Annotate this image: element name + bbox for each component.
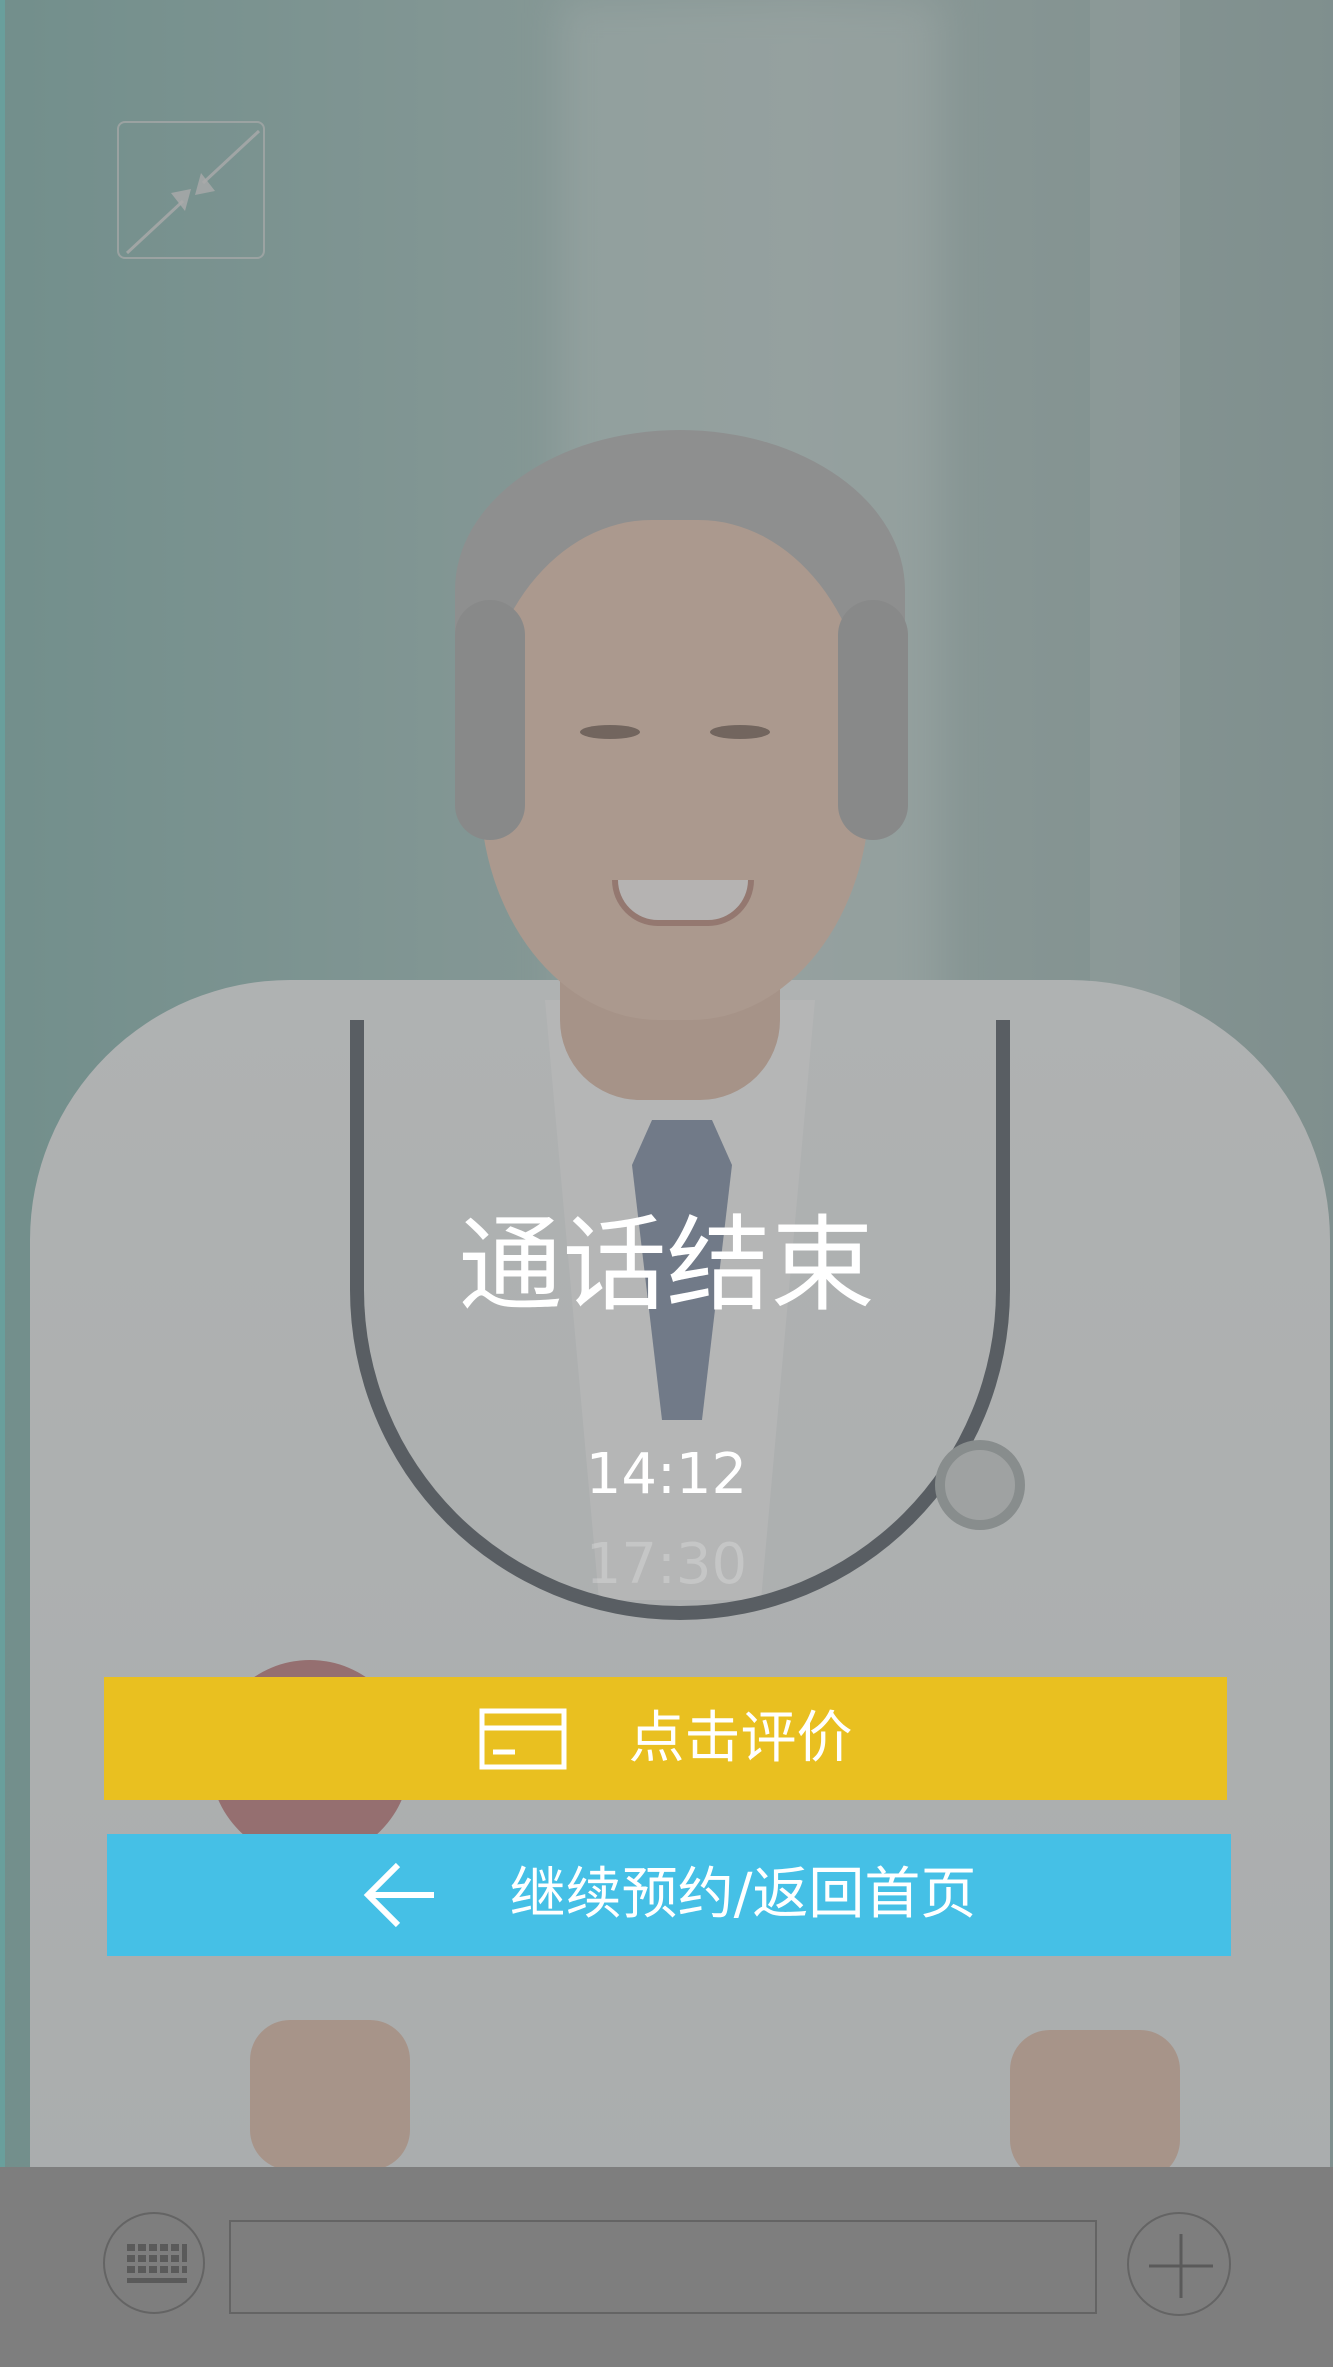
more-options-button[interactable] [1127, 2212, 1231, 2316]
shrink-arrows-icon [125, 129, 261, 255]
call-time-faint: 17:30 [585, 1532, 748, 1597]
call-ended-title: 通话结束 [458, 1204, 875, 1326]
continue-booking-home-button[interactable]: 继续预约/返回首页 [107, 1834, 1231, 1956]
card-icon [479, 1708, 566, 1769]
minimize-video-button[interactable] [117, 121, 265, 259]
continue-booking-home-label: 继续预约/返回首页 [509, 1862, 977, 1927]
keyboard-toggle-button[interactable] [103, 2212, 205, 2314]
rate-button[interactable]: 点击评价 [104, 1677, 1227, 1800]
keyboard-icon [127, 2244, 187, 2283]
call-duration: 14:12 [585, 1442, 748, 1507]
message-input[interactable] [229, 2220, 1097, 2314]
rate-button-label: 点击评价 [628, 1705, 853, 1771]
arrow-left-icon [363, 1862, 434, 1928]
plus-icon [1149, 2234, 1213, 2298]
